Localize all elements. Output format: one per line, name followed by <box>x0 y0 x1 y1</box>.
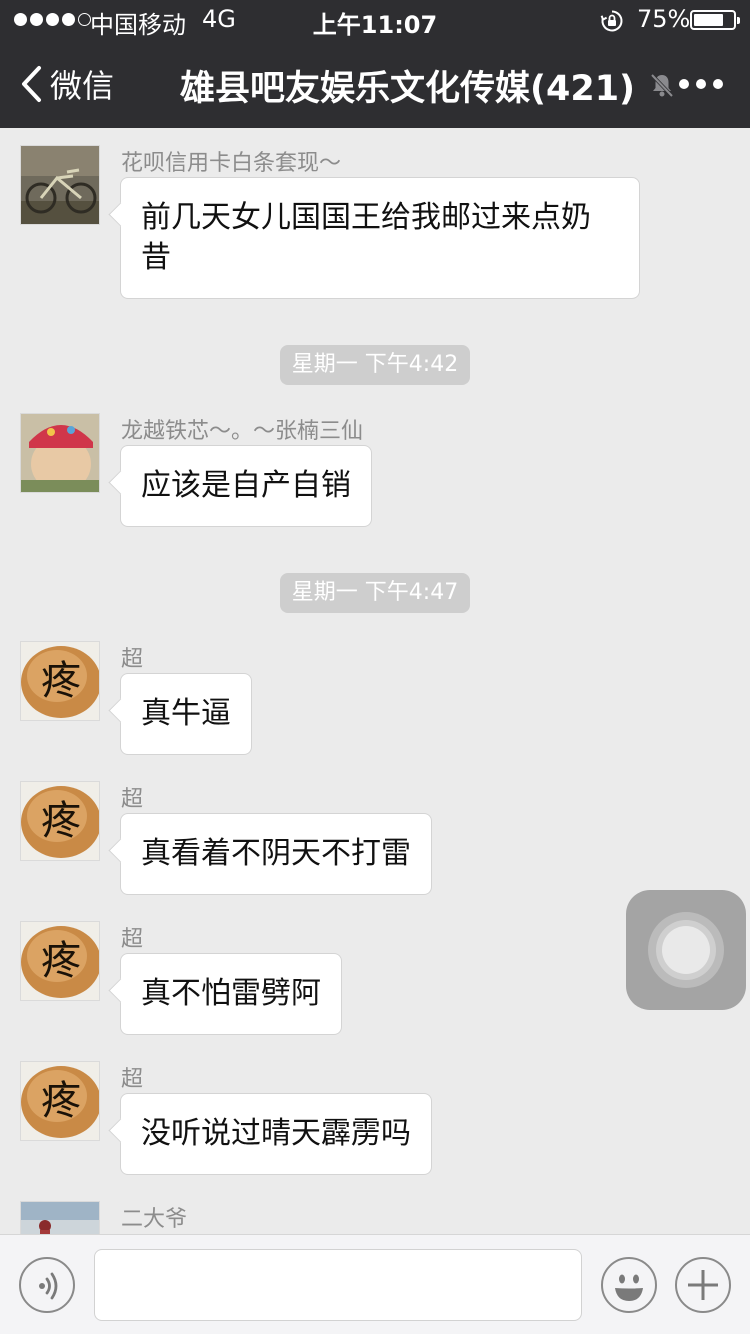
plus-icon <box>688 1270 718 1300</box>
egg-character-avatar: 疼 <box>21 782 99 860</box>
message-bubble[interactable]: 真不怕雷劈阿 <box>120 953 342 1035</box>
svg-text:疼: 疼 <box>41 658 81 704</box>
avatar[interactable]: 疼 <box>20 1061 100 1141</box>
timestamp: 星期一 下午4:47 <box>0 573 750 613</box>
avatar[interactable] <box>20 145 100 225</box>
status-bar: 中国移动 4G 上午11:07 75% <box>0 0 750 40</box>
avatar[interactable]: 疼 <box>20 921 100 1001</box>
message-bubble[interactable]: 前几天女儿国国王给我邮过来点奶昔 <box>120 177 640 299</box>
more-icon[interactable] <box>676 62 726 106</box>
message-bubble[interactable]: 真看着不阴天不打雷 <box>120 813 432 895</box>
avatar[interactable] <box>20 1201 100 1234</box>
assistive-touch-button[interactable] <box>626 890 746 1010</box>
sender-name: 花呗信用卡白条套现～ <box>121 151 342 176</box>
svg-text:疼: 疼 <box>41 798 81 844</box>
avatar[interactable] <box>20 413 100 493</box>
timestamp: 星期一 下午4:42 <box>0 345 750 385</box>
emoji-icon <box>615 1274 643 1301</box>
svg-text:疼: 疼 <box>41 938 81 984</box>
sender-name: 超 <box>121 787 144 812</box>
input-bar <box>0 1234 750 1334</box>
mute-notifications-icon <box>650 73 674 98</box>
avatar[interactable]: 疼 <box>20 781 100 861</box>
sender-name: 二大爷 <box>121 1207 188 1232</box>
battery-percent: 75% <box>637 5 691 33</box>
avatar[interactable]: 疼 <box>20 641 100 721</box>
message-input[interactable] <box>94 1249 582 1321</box>
chat-title: 雄县吧友娱乐文化传媒(421) <box>180 69 636 109</box>
top-header: 中国移动 4G 上午11:07 75% 微信 雄县吧友娱乐文化传媒(421) <box>0 0 750 128</box>
sender-name: 超 <box>121 927 144 952</box>
message-bubble[interactable]: 没听说过晴天霹雳吗 <box>120 1093 432 1175</box>
voice-icon <box>39 1272 58 1300</box>
emoji-button[interactable] <box>601 1257 657 1313</box>
egg-character-avatar: 疼 <box>21 1062 99 1140</box>
more-functions-button[interactable] <box>675 1257 731 1313</box>
sender-name: 超 <box>121 647 144 672</box>
egg-character-avatar: 疼 <box>21 642 99 720</box>
svg-text:疼: 疼 <box>41 1078 81 1124</box>
message-bubble[interactable]: 应该是自产自销 <box>120 445 372 527</box>
bicycle-photo-avatar <box>21 146 99 224</box>
battery-icon <box>690 10 740 30</box>
message-bubble[interactable]: 真牛逼 <box>120 673 252 755</box>
sender-name: 龙越铁芯～。～张楠三仙 <box>121 419 364 444</box>
sender-name: 超 <box>121 1067 144 1092</box>
rotation-lock-icon <box>600 10 623 32</box>
voice-button[interactable] <box>19 1257 75 1313</box>
baby-photo-avatar <box>21 414 99 492</box>
timestamp-label: 星期一 下午4:42 <box>279 345 471 385</box>
message-list[interactable]: 花呗信用卡白条套现～ 前几天女儿国国王给我邮过来点奶昔 星期一 下午4:42 龙… <box>0 128 750 1234</box>
chevron-left-icon <box>22 66 41 102</box>
back-button[interactable]: 微信 <box>20 60 114 108</box>
egg-character-avatar: 疼 <box>21 922 99 1000</box>
nav-bar: 微信 雄县吧友娱乐文化传媒(421) <box>0 40 750 128</box>
beach-photo-avatar <box>21 1202 99 1234</box>
back-label: 微信 <box>50 67 115 105</box>
timestamp-label: 星期一 下午4:47 <box>279 573 471 613</box>
